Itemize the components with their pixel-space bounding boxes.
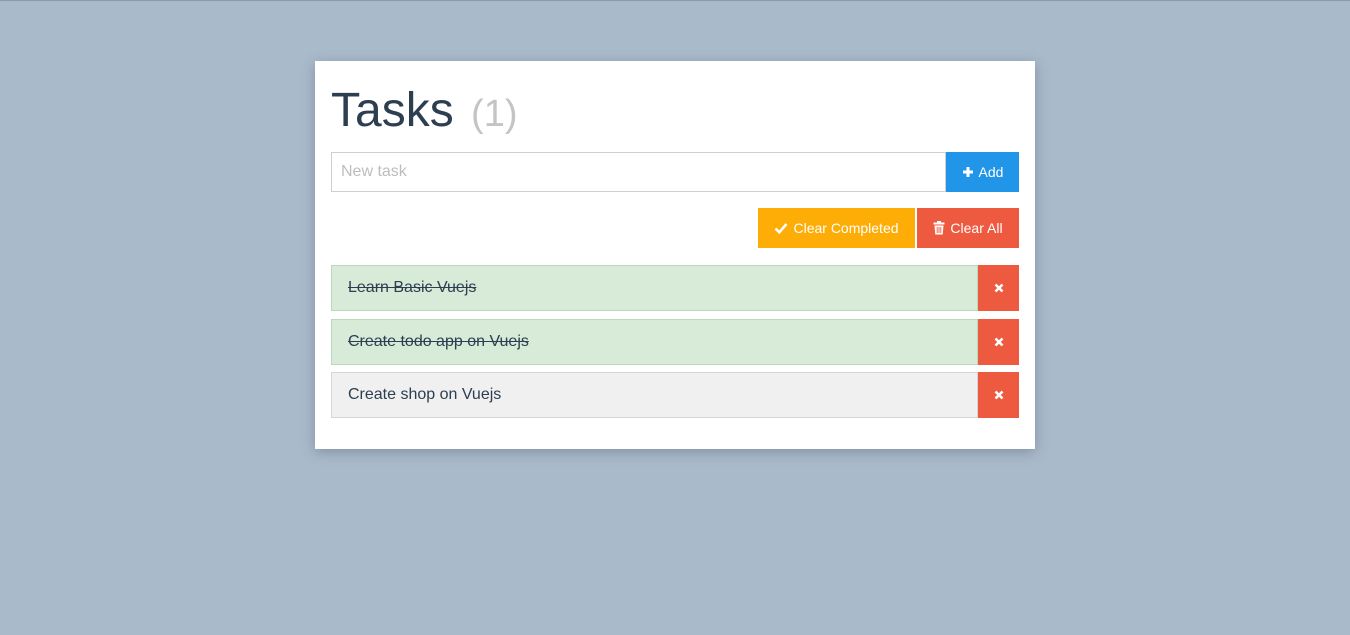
title-text: Tasks xyxy=(331,84,454,137)
window-top-border xyxy=(0,0,1350,1)
trash-icon xyxy=(933,221,945,235)
add-button-label: Add xyxy=(978,164,1004,180)
tasks-card: Tasks (1) Add Clear Completed Clear All … xyxy=(315,61,1035,449)
new-task-input[interactable] xyxy=(331,152,946,192)
task-item: Learn Basic Vuejs xyxy=(331,265,1019,311)
remove-task-button[interactable] xyxy=(978,372,1019,418)
task-count: (1) xyxy=(471,93,518,135)
clear-all-label: Clear All xyxy=(950,220,1003,236)
clear-completed-button[interactable]: Clear Completed xyxy=(758,208,915,248)
task-text[interactable]: Create todo app on Vuejs xyxy=(331,319,978,365)
task-text[interactable]: Learn Basic Vuejs xyxy=(331,265,978,311)
plus-icon xyxy=(962,166,974,178)
task-text[interactable]: Create shop on Vuejs xyxy=(331,372,978,418)
task-item: Create todo app on Vuejs xyxy=(331,319,1019,365)
close-icon xyxy=(994,337,1004,347)
remove-task-button[interactable] xyxy=(978,265,1019,311)
clear-completed-label: Clear Completed xyxy=(793,220,899,236)
task-item: Create shop on Vuejs xyxy=(331,372,1019,418)
remove-task-button[interactable] xyxy=(978,319,1019,365)
close-icon xyxy=(994,390,1004,400)
add-button[interactable]: Add xyxy=(946,152,1019,192)
clear-all-button[interactable]: Clear All xyxy=(917,208,1019,248)
page-title: Tasks (1) xyxy=(331,83,518,142)
close-icon xyxy=(994,283,1004,293)
check-icon xyxy=(774,222,788,234)
